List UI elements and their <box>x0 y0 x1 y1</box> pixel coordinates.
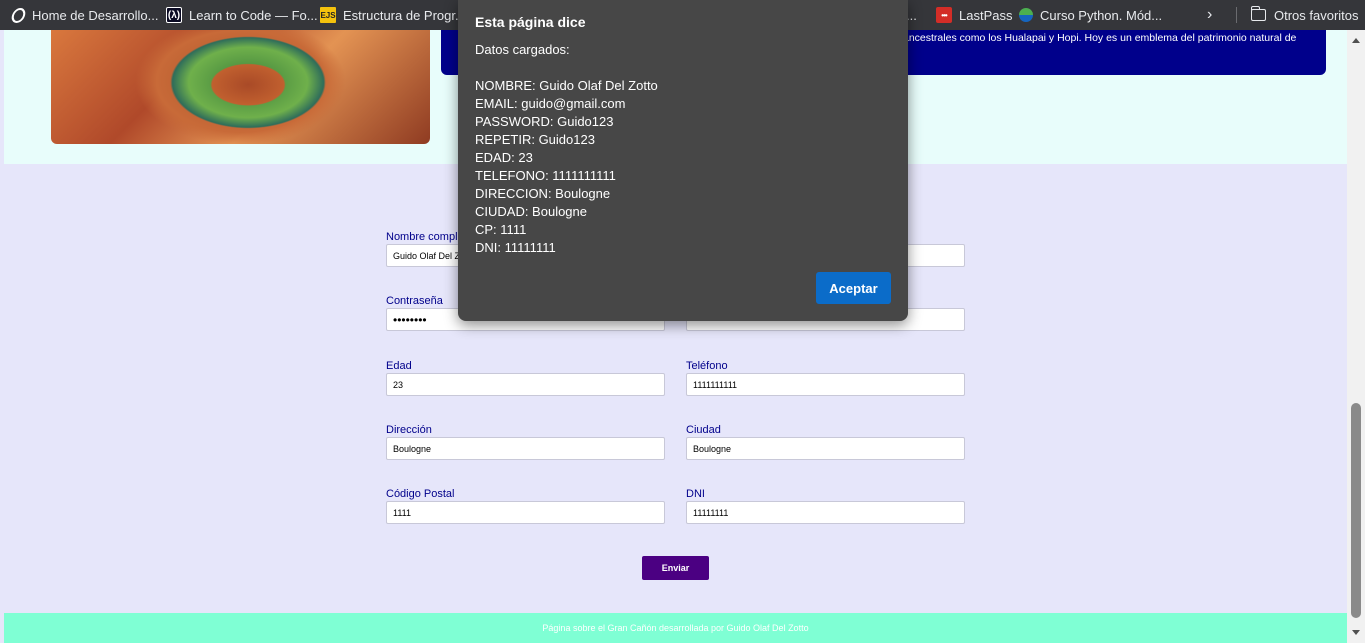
scroll-up-arrow-icon[interactable] <box>1352 38 1360 43</box>
bookmark-label: Learn to Code — Fo... <box>189 7 318 23</box>
chevron-right-icon[interactable]: › <box>1207 6 1212 24</box>
page-footer: Página sobre el Gran Cañón desarrollada … <box>4 613 1347 643</box>
alert-dialog: Esta página dice Datos cargados: NOMBRE:… <box>458 0 908 321</box>
bookmark-otros-favoritos[interactable]: Otros favoritos <box>1250 0 1359 30</box>
label-contrasena: Contraseña <box>386 295 443 307</box>
dialog-title: Esta página dice <box>475 14 586 30</box>
label-telefono: Teléfono <box>686 360 728 372</box>
label-ciudad: Ciudad <box>686 424 721 436</box>
dialog-line: REPETIR: Guido123 <box>475 132 595 147</box>
lastpass-icon: ••• <box>936 7 952 23</box>
dialog-line: CIUDAD: Boulogne <box>475 204 587 219</box>
python-icon <box>1019 8 1033 22</box>
dialog-line: EMAIL: guido@gmail.com <box>475 96 626 111</box>
grand-canyon-image <box>51 30 430 144</box>
bookmark-label: Home de Desarrollo... <box>32 7 159 23</box>
ciudad-input[interactable]: Boulogne <box>686 437 965 460</box>
scrollbar-thumb[interactable] <box>1351 403 1361 618</box>
bookmark-estructura[interactable]: EJS Estructura de Progr... <box>320 0 466 30</box>
bookmark-label: Otros favoritos <box>1274 7 1359 23</box>
label-direccion: Dirección <box>386 424 432 436</box>
dni-input[interactable]: 11111111 <box>686 501 965 524</box>
aceptar-button[interactable]: Aceptar <box>816 272 891 304</box>
circle-logo-icon <box>9 7 28 23</box>
freecodecamp-icon: (λ) <box>166 7 182 23</box>
dialog-line: TELEFONO: 1111111111 <box>475 168 616 183</box>
bookmark-curso-python[interactable]: Curso Python. Mód... <box>1019 0 1162 30</box>
footer-text: Página sobre el Gran Cañón desarrollada … <box>542 623 809 633</box>
label-edad: Edad <box>386 360 412 372</box>
direccion-input[interactable]: Boulogne <box>386 437 665 460</box>
dialog-line: EDAD: 23 <box>475 150 533 165</box>
enviar-button[interactable]: Enviar <box>642 556 709 580</box>
dialog-line: NOMBRE: Guido Olaf Del Zotto <box>475 78 658 93</box>
telefono-input[interactable]: 1111111111 <box>686 373 965 396</box>
dialog-message: Datos cargados: NOMBRE: Guido Olaf Del Z… <box>475 41 658 257</box>
bookmark-label: LastPass <box>959 7 1013 23</box>
bookmark-label: Curso Python. Mód... <box>1040 7 1163 23</box>
bookmark-learn-to-code[interactable]: (λ) Learn to Code — Fo... <box>166 0 318 30</box>
vertical-scrollbar[interactable] <box>1347 30 1365 643</box>
ejs-icon: EJS <box>320 7 336 23</box>
codigo-postal-input[interactable]: 1111 <box>386 501 665 524</box>
info-text: ancestrales como los Hualapai y Hopi. Ho… <box>903 32 1297 44</box>
dialog-line: CP: 1111 <box>475 222 527 237</box>
dialog-line <box>475 59 658 77</box>
bookmark-label: Estructura de Progr... <box>343 7 466 23</box>
dialog-line: Datos cargados: <box>475 42 570 57</box>
dialog-line: DNI: 11111111 <box>475 240 556 255</box>
bookmarks-separator <box>1236 7 1237 23</box>
edad-input[interactable]: 23 <box>386 373 665 396</box>
dialog-line: DIRECCION: Boulogne <box>475 186 611 201</box>
label-codigo-postal: Código Postal <box>386 488 455 500</box>
bookmark-lastpass[interactable]: ••• LastPass <box>936 0 1012 30</box>
label-dni: DNI <box>686 488 705 500</box>
dialog-line: PASSWORD: Guido123 <box>475 114 614 129</box>
scroll-down-arrow-icon[interactable] <box>1352 630 1360 635</box>
folder-icon <box>1250 6 1266 21</box>
bookmark-home-desarrollo[interactable]: Home de Desarrollo... <box>9 0 159 30</box>
